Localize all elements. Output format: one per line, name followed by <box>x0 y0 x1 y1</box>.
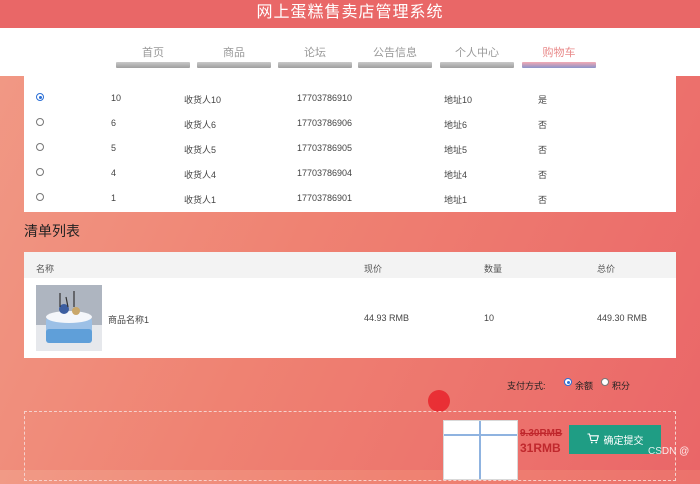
address-default: 否 <box>538 120 548 130</box>
address-row[interactable]: 5 收货人5 17703786905 地址5 否 <box>24 135 676 160</box>
nav-item-profile[interactable]: 个人中心 <box>440 28 514 72</box>
payment-radio[interactable] <box>601 378 609 386</box>
header-total: 总价 <box>597 264 616 274</box>
nav-item-bar <box>278 62 352 68</box>
address-radio[interactable] <box>36 168 44 176</box>
address-text: 地址1 <box>444 195 468 205</box>
nav-item-bar <box>197 62 271 68</box>
main-nav: 首页 商品 论坛 公告信息 个人中心 购物车 <box>0 28 700 76</box>
nav-item-label: 购物车 <box>542 47 576 59</box>
address-table: 10 收货人10 17703786910 地址10 是 6 收货人6 17703… <box>24 76 676 212</box>
address-recipient: 收货人6 <box>184 120 217 130</box>
product-total: 449.30 RMB <box>597 313 648 323</box>
nav-item-bar <box>522 62 596 68</box>
nav-item-cart[interactable]: 购物车 <box>522 28 596 72</box>
table-row: 商品名称1 44.93 RMB 10 449.30 RMB <box>24 278 676 358</box>
address-default: 否 <box>538 170 548 180</box>
nav-item-label: 个人中心 <box>455 47 499 59</box>
nav-item-label: 首页 <box>142 47 164 59</box>
address-phone: 17703786905 <box>297 143 353 153</box>
address-text: 地址6 <box>444 120 468 130</box>
address-row[interactable]: 6 收货人6 17703786906 地址6 否 <box>24 110 676 135</box>
payment-qr-code <box>443 420 518 480</box>
nav-item-bar <box>358 62 432 68</box>
product-image[interactable] <box>36 285 102 351</box>
nav-item-products[interactable]: 商品 <box>197 28 271 72</box>
nav-item-home[interactable]: 首页 <box>116 28 190 72</box>
address-default: 否 <box>538 195 548 205</box>
header-qty: 数量 <box>484 264 503 274</box>
order-list-header: 名称 现价 数量 总价 <box>24 252 676 278</box>
address-recipient: 收货人4 <box>184 170 217 180</box>
nav-item-label: 商品 <box>223 47 245 59</box>
address-id: 1 <box>111 193 117 203</box>
app-title: 网上蛋糕售卖店管理系统 <box>0 0 700 28</box>
address-row[interactable]: 1 收货人1 17703786901 地址1 否 <box>24 185 676 210</box>
submit-order-label: 确定提交 <box>603 436 644 447</box>
address-phone: 17703786910 <box>297 93 353 103</box>
address-radio[interactable] <box>36 93 44 101</box>
order-list-table: 名称 现价 数量 总价 商品名称1 44.93 RMB 10 449.30 RM… <box>24 252 676 358</box>
address-id: 4 <box>111 168 117 178</box>
header-price: 现价 <box>364 264 383 274</box>
address-recipient: 收货人5 <box>184 145 217 155</box>
address-phone: 17703786901 <box>297 193 353 203</box>
address-phone: 17703786906 <box>297 118 353 128</box>
order-list-title: 清单列表 <box>24 223 80 239</box>
final-price: 31RMB <box>520 441 561 455</box>
address-radio[interactable] <box>36 143 44 151</box>
product-price: 44.93 RMB <box>364 313 410 323</box>
nav-item-announcements[interactable]: 公告信息 <box>358 28 432 72</box>
nav-item-bar <box>116 62 190 68</box>
payment-option-label: 余额 <box>575 381 594 391</box>
cart-icon <box>587 432 599 447</box>
nav-item-forum[interactable]: 论坛 <box>278 28 352 72</box>
product-name: 商品名称1 <box>108 315 150 325</box>
payment-option-label: 积分 <box>612 381 631 391</box>
address-text: 地址10 <box>444 95 473 105</box>
address-default: 是 <box>538 95 548 105</box>
address-row[interactable]: 10 收货人10 17703786910 地址10 是 <box>24 85 676 110</box>
address-recipient: 收货人10 <box>184 95 222 105</box>
nav-item-bar <box>440 62 514 68</box>
address-text: 地址5 <box>444 145 468 155</box>
payment-method-label: 支付方式: <box>507 381 546 391</box>
header-name: 名称 <box>36 264 55 274</box>
nav-item-label: 公告信息 <box>373 47 417 59</box>
address-id: 6 <box>111 118 117 128</box>
nav-item-label: 论坛 <box>304 47 326 59</box>
product-qty: 10 <box>484 313 495 323</box>
original-price: 9.30RMB <box>520 428 563 439</box>
payment-radio[interactable] <box>564 378 572 386</box>
address-text: 地址4 <box>444 170 468 180</box>
address-radio[interactable] <box>36 193 44 201</box>
address-phone: 17703786904 <box>297 168 353 178</box>
address-id: 5 <box>111 143 117 153</box>
address-default: 否 <box>538 145 548 155</box>
address-recipient: 收货人1 <box>184 195 217 205</box>
watermark: CSDN @ <box>648 446 690 457</box>
address-id: 10 <box>111 93 122 103</box>
address-row[interactable]: 4 收货人4 17703786904 地址4 否 <box>24 160 676 185</box>
address-radio[interactable] <box>36 118 44 126</box>
click-indicator <box>428 390 450 412</box>
